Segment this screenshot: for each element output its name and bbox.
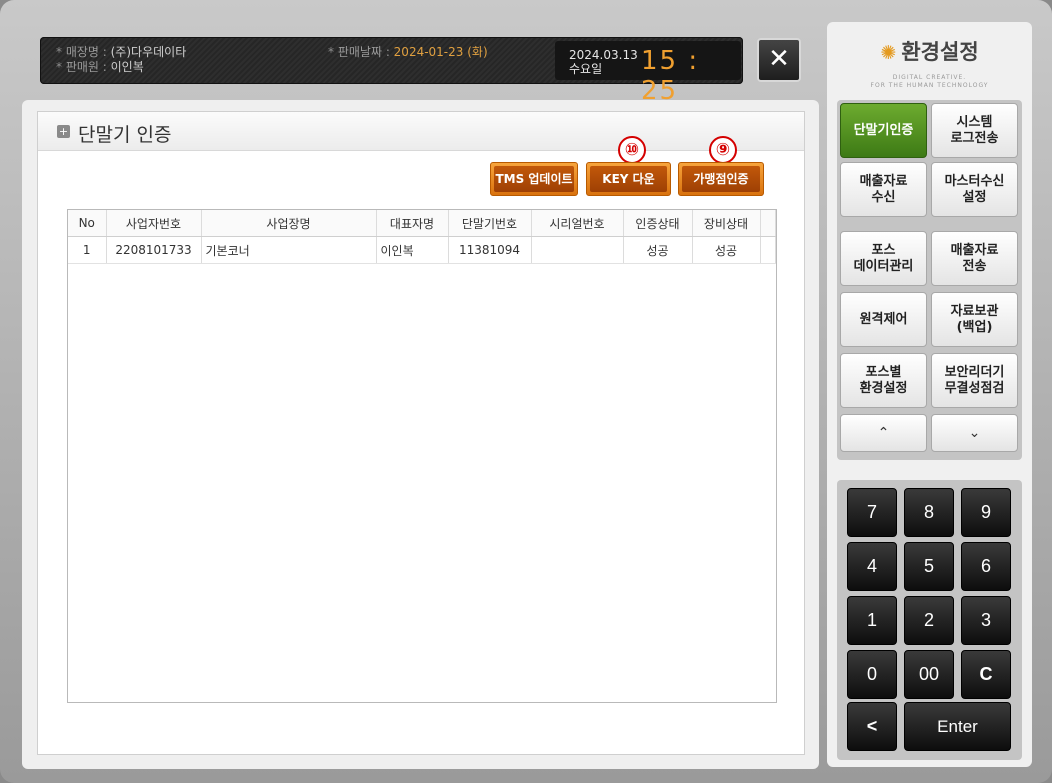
key-1[interactable]: 1 bbox=[847, 596, 897, 645]
key-down-label: KEY 다운 bbox=[590, 166, 667, 192]
col-serial-no: 시리얼번호 bbox=[531, 210, 624, 237]
side-panel: ✺ 환경설정 DIGITAL CREATIVE. FOR THE HUMAN T… bbox=[827, 22, 1032, 767]
key-3[interactable]: 3 bbox=[961, 596, 1011, 645]
key-clear[interactable]: C bbox=[961, 650, 1011, 699]
cell-representative: 이인복 bbox=[376, 236, 449, 264]
clock-panel: 2024.03.13 수요일 15 : 25 bbox=[555, 41, 741, 106]
cell-no: 1 bbox=[68, 236, 107, 264]
key-4[interactable]: 4 bbox=[847, 542, 897, 591]
table-header-row: No 사업자번호 사업장명 대표자명 단말기번호 시리얼번호 인증상태 장비상태 bbox=[68, 210, 776, 237]
key-5[interactable]: 5 bbox=[904, 542, 954, 591]
page-title: 단말기 인증 bbox=[78, 124, 172, 146]
col-no: No bbox=[68, 210, 107, 237]
sale-date-value: 2024-01-23 (화) bbox=[393, 45, 488, 59]
main-panel: + 단말기 인증 ⑩ ⑨ TMS 업데이트 KEY 다운 가맹점인증 No 사업… bbox=[22, 100, 819, 769]
key-8[interactable]: 8 bbox=[904, 488, 954, 537]
key-00[interactable]: 00 bbox=[904, 650, 954, 699]
key-6[interactable]: 6 bbox=[961, 542, 1011, 591]
enter-button[interactable]: Enter bbox=[904, 702, 1011, 751]
header-bar: * 매장명 : (주)다우데이타 * 판매원 : 이인복 * 판매날짜 : 20… bbox=[40, 37, 743, 106]
col-device-status: 장비상태 bbox=[692, 210, 761, 237]
cell-business-no: 2208101733 bbox=[106, 236, 202, 264]
key-down-button[interactable]: KEY 다운 bbox=[586, 162, 671, 196]
logo-subtitle: DIGITAL CREATIVE. FOR THE HUMAN TECHNOLO… bbox=[827, 74, 1032, 90]
close-x-icon: ✕ bbox=[768, 44, 790, 74]
menu-sales-send[interactable]: 매출자료 전송 bbox=[931, 231, 1018, 286]
store-value: (주)다우데이타 bbox=[110, 45, 187, 59]
close-button[interactable]: ✕ bbox=[757, 38, 801, 82]
clock-time: 15 : 25 bbox=[641, 46, 700, 106]
cell-spacer bbox=[760, 236, 776, 264]
menu-remote-control[interactable]: 원격제어 bbox=[840, 292, 927, 347]
key-7[interactable]: 7 bbox=[847, 488, 897, 537]
title-bar: + 단말기 인증 bbox=[38, 112, 804, 151]
backspace-button[interactable]: < bbox=[847, 702, 897, 751]
menu-sales-receive[interactable]: 매출자료 수신 bbox=[840, 162, 927, 217]
data-table: No 사업자번호 사업장명 대표자명 단말기번호 시리얼번호 인증상태 장비상태… bbox=[68, 210, 776, 264]
store-info: * 매장명 : (주)다우데이타 bbox=[56, 45, 187, 59]
logo: ✺ 환경설정 bbox=[827, 36, 1032, 66]
marker-10: ⑩ bbox=[618, 136, 646, 164]
tms-update-button[interactable]: TMS 업데이트 bbox=[490, 162, 578, 196]
clock-weekday: 수요일 bbox=[569, 62, 603, 76]
content-area: + 단말기 인증 ⑩ ⑨ TMS 업데이트 KEY 다운 가맹점인증 No 사업… bbox=[37, 111, 805, 755]
key-9[interactable]: 9 bbox=[961, 488, 1011, 537]
menu-master-receive-settings[interactable]: 마스터수신 설정 bbox=[931, 162, 1018, 217]
menu-data-backup[interactable]: 자료보관 (백업) bbox=[931, 292, 1018, 347]
merchant-auth-button[interactable]: 가맹점인증 bbox=[678, 162, 764, 196]
clock-date: 2024.03.13 수요일 bbox=[569, 48, 638, 76]
key-2[interactable]: 2 bbox=[904, 596, 954, 645]
cell-serial-no bbox=[531, 236, 624, 264]
col-spacer bbox=[760, 210, 776, 237]
seller-info: * 판매원 : 이인복 bbox=[56, 60, 144, 74]
cell-device-status: 성공 bbox=[692, 236, 761, 264]
cell-auth-status: 성공 bbox=[623, 236, 693, 264]
menu-pos-data-manage[interactable]: 포스 데이터관리 bbox=[840, 231, 927, 286]
clock-date-text: 2024.03.13 bbox=[569, 48, 638, 62]
plus-box-icon: + bbox=[57, 125, 70, 138]
menu-pos-settings[interactable]: 포스별 환경설정 bbox=[840, 353, 927, 408]
col-business-no: 사업자번호 bbox=[106, 210, 202, 237]
key-0[interactable]: 0 bbox=[847, 650, 897, 699]
chevron-down-icon: ⌄ bbox=[968, 425, 981, 441]
col-auth-status: 인증상태 bbox=[623, 210, 693, 237]
menu-reader-integrity-check[interactable]: 보안리더기 무결성점검 bbox=[931, 353, 1018, 408]
table-row[interactable]: 1 2208101733 기본코너 이인복 11381094 성공 성공 bbox=[68, 236, 776, 264]
cell-terminal-no: 11381094 bbox=[448, 236, 532, 264]
logo-subtitle-1: DIGITAL CREATIVE. bbox=[892, 74, 967, 81]
settings-title: 환경설정 bbox=[901, 40, 979, 64]
marker-9: ⑨ bbox=[709, 136, 737, 164]
merchant-auth-label: 가맹점인증 bbox=[682, 166, 760, 192]
menu-system-log-send[interactable]: 시스템 로그전송 bbox=[931, 103, 1018, 158]
seller-label: 판매원 bbox=[65, 60, 99, 74]
terminal-table: No 사업자번호 사업장명 대표자명 단말기번호 시리얼번호 인증상태 장비상태… bbox=[67, 209, 777, 703]
tms-update-label: TMS 업데이트 bbox=[494, 166, 574, 192]
col-representative: 대표자명 bbox=[376, 210, 449, 237]
sale-date-label: 판매날짜 bbox=[337, 45, 382, 59]
chevron-up-icon: ⌃ bbox=[877, 425, 890, 441]
logo-subtitle-2: FOR THE HUMAN TECHNOLOGY bbox=[870, 82, 989, 89]
sale-date-info: * 판매날짜 : 2024-01-23 (화) bbox=[328, 45, 488, 59]
scroll-down-button[interactable]: ⌄ bbox=[931, 414, 1018, 452]
scroll-up-button[interactable]: ⌃ bbox=[840, 414, 927, 452]
col-terminal-no: 단말기번호 bbox=[448, 210, 532, 237]
numeric-keypad: 7 8 9 4 5 6 1 2 3 0 00 C < Enter bbox=[837, 480, 1022, 760]
back-arrow-icon: < bbox=[866, 716, 878, 736]
sun-gear-icon: ✺ bbox=[880, 42, 897, 64]
cell-business-name: 기본코너 bbox=[201, 236, 377, 264]
col-business-name: 사업장명 bbox=[201, 210, 377, 237]
settings-menu: 단말기인증 시스템 로그전송 매출자료 수신 마스터수신 설정 포스 데이터관리… bbox=[837, 100, 1022, 460]
seller-value: 이인복 bbox=[110, 60, 144, 74]
store-label: 매장명 bbox=[65, 45, 99, 59]
menu-terminal-auth[interactable]: 단말기인증 bbox=[840, 103, 927, 158]
